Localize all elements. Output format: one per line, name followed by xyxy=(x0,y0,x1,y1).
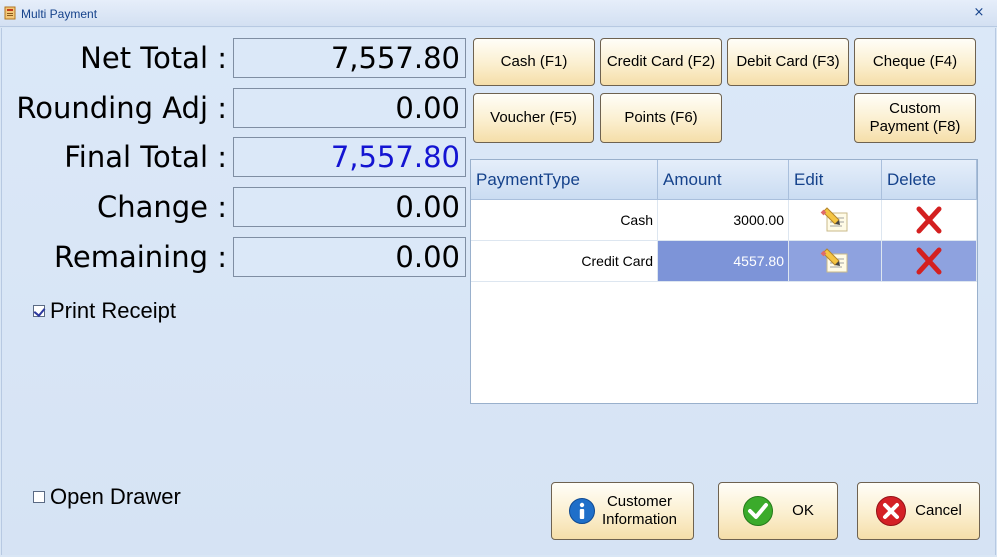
column-header-edit[interactable]: Edit xyxy=(789,160,882,200)
remaining-label: Remaining : xyxy=(54,240,227,274)
payment-grid: PaymentType Amount Edit Delete Cash 3000… xyxy=(470,159,978,404)
app-icon xyxy=(4,6,16,20)
ok-label: OK xyxy=(792,502,814,519)
edit-cell xyxy=(789,241,882,282)
delete-cell xyxy=(882,200,977,241)
customer-information-button[interactable]: Customer Information xyxy=(551,482,694,540)
change-value: 0.00 xyxy=(233,187,466,227)
ok-button[interactable]: OK xyxy=(718,482,838,540)
customer-information-text: Customer Information xyxy=(602,493,677,529)
change-label: Change : xyxy=(96,190,227,224)
print-receipt-option[interactable]: Print Receipt xyxy=(33,298,176,324)
info-icon xyxy=(568,498,595,524)
payment-type-cell: Cash xyxy=(471,200,658,241)
open-drawer-label: Open Drawer xyxy=(50,484,181,509)
debit-card-button[interactable]: Debit Card (F3) xyxy=(727,38,849,86)
customer-information-line1: Customer xyxy=(606,493,672,510)
amount-cell: 3000.00 xyxy=(658,200,789,241)
table-row[interactable]: Cash 3000.00 xyxy=(471,200,977,241)
net-total-value: 7,557.80 xyxy=(233,38,466,78)
open-drawer-option[interactable]: Open Drawer xyxy=(33,484,181,510)
points-button[interactable]: Points (F6) xyxy=(600,93,722,143)
cancel-button[interactable]: Cancel xyxy=(857,482,980,540)
rounding-adj-value: 0.00 xyxy=(233,88,466,128)
title-bar: Multi Payment × xyxy=(0,0,997,27)
cheque-button[interactable]: Cheque (F4) xyxy=(854,38,976,86)
custom-payment-button[interactable]: Custom Payment (F8) xyxy=(854,93,976,143)
grid-header: PaymentType Amount Edit Delete xyxy=(471,160,977,200)
column-header-paymenttype[interactable]: PaymentType xyxy=(471,160,658,200)
custom-payment-line2: Payment (F8) xyxy=(869,118,961,135)
custom-payment-line1: Custom xyxy=(889,100,941,117)
edit-cell xyxy=(789,200,882,241)
amount-cell: 4557.80 xyxy=(658,241,789,282)
remaining-value: 0.00 xyxy=(233,237,466,277)
voucher-button[interactable]: Voucher (F5) xyxy=(473,93,594,143)
payment-type-cell: Credit Card xyxy=(471,241,658,282)
cancel-label: Cancel xyxy=(915,502,962,519)
delete-icon[interactable] xyxy=(914,247,944,275)
checkmark-icon xyxy=(743,496,774,526)
column-header-delete[interactable]: Delete xyxy=(882,160,977,200)
delete-cell xyxy=(882,241,977,282)
table-row[interactable]: Credit Card 4557.80 xyxy=(471,241,977,282)
edit-icon[interactable] xyxy=(820,206,850,234)
print-receipt-label: Print Receipt xyxy=(50,298,176,323)
delete-icon[interactable] xyxy=(914,206,944,234)
print-receipt-checkbox[interactable] xyxy=(33,305,45,317)
cash-button[interactable]: Cash (F1) xyxy=(473,38,595,86)
rounding-adj-label: Rounding Adj : xyxy=(16,91,227,125)
net-total-label: Net Total : xyxy=(80,41,227,75)
credit-card-button[interactable]: Credit Card (F2) xyxy=(600,38,722,86)
column-header-amount[interactable]: Amount xyxy=(658,160,789,200)
close-button[interactable]: × xyxy=(971,4,987,22)
final-total-label: Final Total : xyxy=(64,140,227,174)
cancel-icon xyxy=(876,496,907,526)
window-title: Multi Payment xyxy=(21,7,98,21)
final-total-value: 7,557.80 xyxy=(233,137,466,177)
customer-information-line2: Information xyxy=(601,511,678,528)
edit-icon[interactable] xyxy=(820,247,850,275)
open-drawer-checkbox[interactable] xyxy=(33,491,45,503)
